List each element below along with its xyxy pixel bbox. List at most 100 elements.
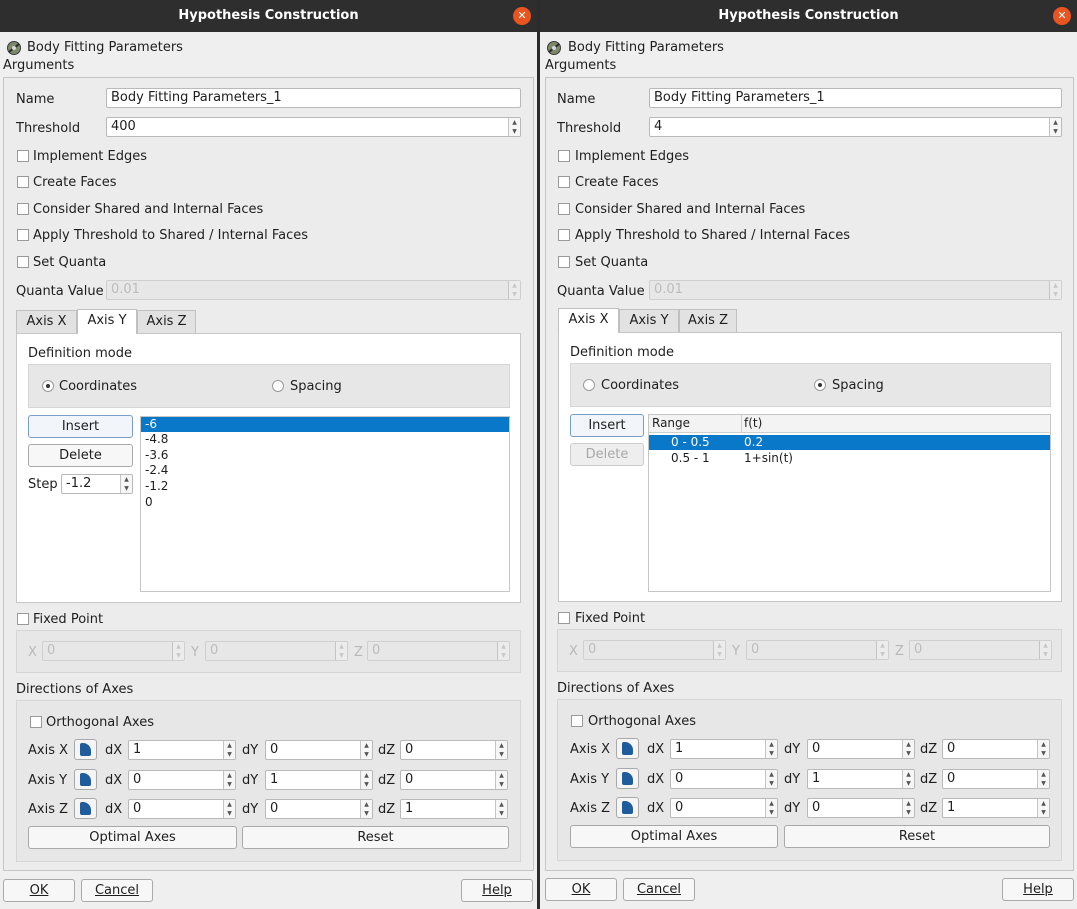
coordinates-radio[interactable] xyxy=(42,380,54,392)
threshold-spinbox[interactable]: 400 ▲ ▼ xyxy=(106,117,521,137)
cancel-button[interactable]: Cancel xyxy=(81,879,153,902)
axis-direction-icon[interactable] xyxy=(616,738,639,759)
tab-axis-x[interactable]: Axis X xyxy=(16,310,77,334)
spin-arrows-icon[interactable]: ▲ ▼ xyxy=(495,771,507,789)
axis-y-dz-spinbox[interactable]: 0 ▲ ▼ xyxy=(400,770,508,790)
axis-z-dz-spinbox[interactable]: 1 ▲ ▼ xyxy=(400,799,508,819)
spin-arrows-icon[interactable]: ▲ ▼ xyxy=(1037,770,1049,788)
spin-arrows-icon[interactable]: ▲ ▼ xyxy=(223,741,235,759)
axis-y-dy-spinbox[interactable]: 1 ▲ ▼ xyxy=(807,769,915,789)
spacing-table[interactable]: Range f(t) 0 - 0.5 0.2 0.5 - 1 1+sin(t) xyxy=(648,414,1051,592)
spin-arrows-icon[interactable]: ▲ ▼ xyxy=(495,741,507,759)
spin-arrows-icon[interactable]: ▲ ▼ xyxy=(360,771,372,789)
spacing-radio[interactable] xyxy=(272,380,284,392)
fixed-x-spinbox[interactable]: 0 ▲ ▼ xyxy=(42,641,185,661)
spin-arrows-icon[interactable]: ▲ ▼ xyxy=(1049,118,1061,136)
tab-axis-y[interactable]: Axis Y xyxy=(619,309,679,333)
spacing-radio[interactable] xyxy=(814,379,826,391)
fixed-y-spinbox[interactable]: 0 ▲ ▼ xyxy=(746,640,889,660)
spin-arrows-icon[interactable]: ▲ ▼ xyxy=(223,771,235,789)
spin-arrows-icon[interactable]: ▲ ▼ xyxy=(1037,799,1049,817)
spin-arrows-icon[interactable]: ▲ ▼ xyxy=(495,800,507,818)
insert-button[interactable]: Insert xyxy=(28,415,133,438)
spin-arrows-icon[interactable]: ▲ ▼ xyxy=(902,799,914,817)
spin-arrows-icon[interactable]: ▲ ▼ xyxy=(1037,740,1049,758)
help-button[interactable]: Help xyxy=(1002,878,1074,901)
axis-direction-icon[interactable] xyxy=(616,797,639,818)
axis-x-dz-spinbox[interactable]: 0 ▲ ▼ xyxy=(942,739,1050,759)
create-faces-checkbox[interactable] xyxy=(558,176,570,188)
axis-direction-icon[interactable] xyxy=(74,798,97,819)
help-button[interactable]: Help xyxy=(461,879,533,902)
axis-x-dy-spinbox[interactable]: 0 ▲ ▼ xyxy=(807,739,915,759)
spin-arrows-icon[interactable]: ▲ ▼ xyxy=(765,799,777,817)
spin-arrows-icon[interactable]: ▲ ▼ xyxy=(497,642,509,660)
spin-arrows-icon[interactable]: ▲ ▼ xyxy=(120,475,132,493)
spin-arrows-icon[interactable]: ▲ ▼ xyxy=(172,642,184,660)
consider-shared-checkbox[interactable] xyxy=(558,203,570,215)
spin-arrows-icon[interactable]: ▲ ▼ xyxy=(765,770,777,788)
list-item[interactable]: -4.8 xyxy=(141,432,509,447)
axis-z-dz-spinbox[interactable]: 1 ▲ ▼ xyxy=(942,798,1050,818)
step-spinbox[interactable]: -1.2 ▲ ▼ xyxy=(61,474,133,494)
axis-x-dz-spinbox[interactable]: 0 ▲ ▼ xyxy=(400,740,508,760)
set-quanta-checkbox[interactable] xyxy=(17,256,29,268)
close-icon[interactable]: ✕ xyxy=(513,7,531,25)
spin-arrows-icon[interactable]: ▲ ▼ xyxy=(508,118,520,136)
table-row[interactable]: 0 - 0.5 0.2 xyxy=(649,435,1050,450)
optimal-axes-button[interactable]: Optimal Axes xyxy=(570,825,778,848)
tab-axis-x[interactable]: Axis X xyxy=(558,308,619,333)
quanta-value-spinbox[interactable]: 0.01 ▲ ▼ xyxy=(106,280,521,300)
spin-arrows-icon[interactable]: ▲ ▼ xyxy=(765,740,777,758)
spin-arrows-icon[interactable]: ▲ ▼ xyxy=(876,641,888,659)
tab-axis-z[interactable]: Axis Z xyxy=(679,309,737,333)
axis-z-dy-spinbox[interactable]: 0 ▲ ▼ xyxy=(807,798,915,818)
table-row[interactable]: 0.5 - 1 1+sin(t) xyxy=(649,451,1050,466)
axis-y-dx-spinbox[interactable]: 0 ▲ ▼ xyxy=(128,770,236,790)
tab-axis-z[interactable]: Axis Z xyxy=(137,310,196,334)
spin-arrows-icon[interactable]: ▲ ▼ xyxy=(1039,641,1051,659)
apply-threshold-checkbox[interactable] xyxy=(17,229,29,241)
axis-z-dx-spinbox[interactable]: 0 ▲ ▼ xyxy=(670,798,778,818)
apply-threshold-checkbox[interactable] xyxy=(558,229,570,241)
create-faces-checkbox[interactable] xyxy=(17,176,29,188)
cancel-button[interactable]: Cancel xyxy=(623,878,695,901)
quanta-value-spinbox[interactable]: 0.01 ▲ ▼ xyxy=(649,280,1062,300)
spin-arrows-icon[interactable]: ▲ ▼ xyxy=(1049,281,1061,299)
spin-arrows-icon[interactable]: ▲ ▼ xyxy=(713,641,725,659)
axis-y-dx-spinbox[interactable]: 0 ▲ ▼ xyxy=(670,769,778,789)
fixed-x-spinbox[interactable]: 0 ▲ ▼ xyxy=(583,640,726,660)
delete-button[interactable]: Delete xyxy=(28,444,133,467)
axis-z-dy-spinbox[interactable]: 0 ▲ ▼ xyxy=(265,799,373,819)
name-field[interactable]: Body Fitting Parameters_1 xyxy=(106,88,521,108)
axis-x-dy-spinbox[interactable]: 0 ▲ ▼ xyxy=(265,740,373,760)
spin-arrows-icon[interactable]: ▲ ▼ xyxy=(902,740,914,758)
list-item[interactable]: -3.6 xyxy=(141,448,509,463)
fixed-z-spinbox[interactable]: 0 ▲ ▼ xyxy=(909,640,1052,660)
orthogonal-axes-checkbox[interactable] xyxy=(571,715,583,727)
close-icon[interactable]: ✕ xyxy=(1053,7,1071,25)
fixed-point-checkbox[interactable] xyxy=(558,612,570,624)
delete-button[interactable]: Delete xyxy=(570,443,644,466)
spin-arrows-icon[interactable]: ▲ ▼ xyxy=(360,800,372,818)
spin-arrows-icon[interactable]: ▲ ▼ xyxy=(335,642,347,660)
implement-edges-checkbox[interactable] xyxy=(17,150,29,162)
ok-button[interactable]: OK xyxy=(545,878,617,901)
axis-y-dy-spinbox[interactable]: 1 ▲ ▼ xyxy=(265,770,373,790)
spin-arrows-icon[interactable]: ▲ ▼ xyxy=(508,281,520,299)
name-field[interactable]: Body Fitting Parameters_1 xyxy=(649,88,1062,108)
list-item[interactable]: -1.2 xyxy=(141,479,509,494)
tab-axis-y[interactable]: Axis Y xyxy=(77,309,137,334)
list-item[interactable]: -6 xyxy=(141,417,509,432)
spin-arrows-icon[interactable]: ▲ ▼ xyxy=(902,770,914,788)
axis-direction-icon[interactable] xyxy=(616,768,639,789)
axis-x-dx-spinbox[interactable]: 1 ▲ ▼ xyxy=(128,740,236,760)
optimal-axes-button[interactable]: Optimal Axes xyxy=(28,826,237,849)
spin-arrows-icon[interactable]: ▲ ▼ xyxy=(360,741,372,759)
fixed-point-checkbox[interactable] xyxy=(17,613,29,625)
consider-shared-checkbox[interactable] xyxy=(17,203,29,215)
axis-z-dx-spinbox[interactable]: 0 ▲ ▼ xyxy=(128,799,236,819)
orthogonal-axes-checkbox[interactable] xyxy=(30,716,42,728)
coordinates-list[interactable]: -6 -4.8 -3.6 -2.4 -1.2 0 xyxy=(140,416,510,592)
implement-edges-checkbox[interactable] xyxy=(558,150,570,162)
